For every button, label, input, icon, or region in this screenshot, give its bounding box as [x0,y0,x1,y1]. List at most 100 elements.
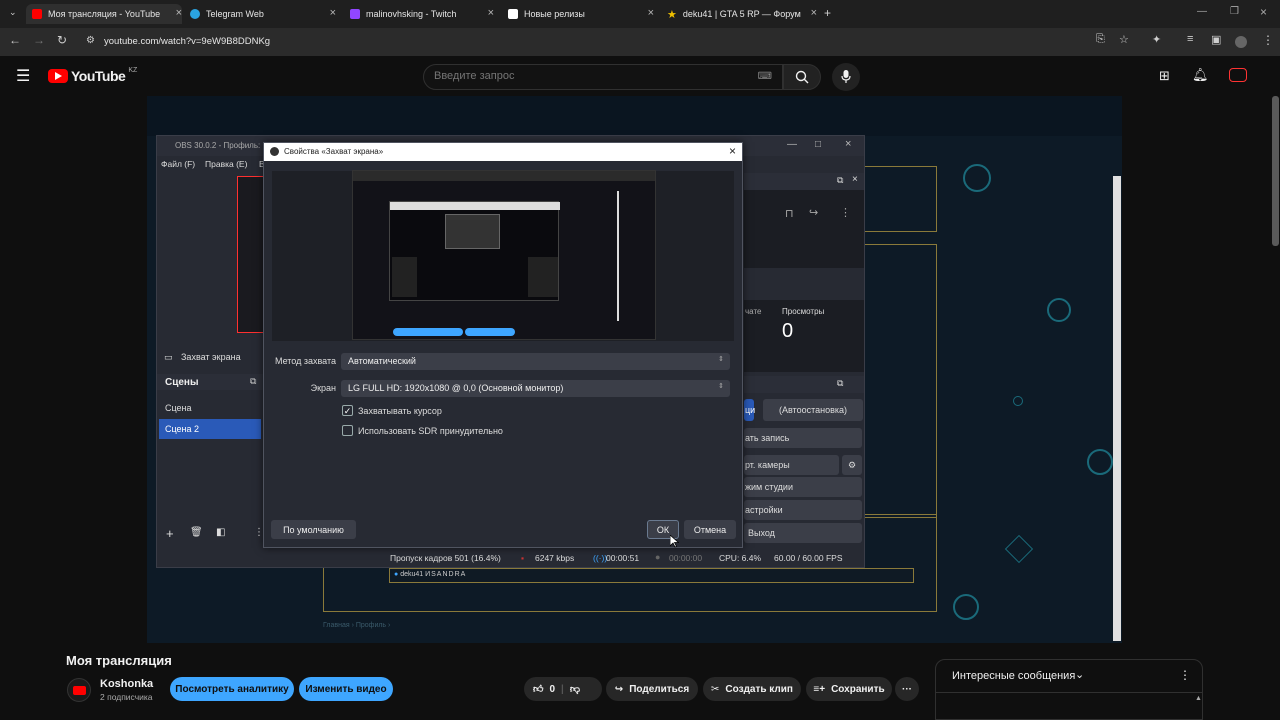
tab-twitch[interactable]: malinovhsking - Twitch × [350,4,494,24]
preview-nested-panel [392,257,417,297]
cancel-button[interactable]: Отмена [684,520,736,539]
back-icon[interactable]: ← [9,33,21,47]
clip-button[interactable]: ✂ Создать клип [703,677,801,701]
chat-mode-select[interactable]: Интересные сообщения [952,670,1075,682]
search-input[interactable] [434,70,734,82]
site-settings-icon[interactable]: ⚙ [86,35,95,46]
reload-icon[interactable]: ↻ [57,33,67,47]
capture-method-select[interactable]: Автоматический ⇕ [341,353,730,370]
close-tab-icon[interactable]: × [330,7,336,19]
close-tab-icon[interactable]: × [648,7,654,19]
scene-filter-icon[interactable]: ◧ [216,527,225,538]
scene-item[interactable]: Сцена [157,398,263,418]
controls-undock-icon[interactable]: ⧉ [837,378,843,389]
tab-forum[interactable]: ★ deku41 | GTA 5 RP — Форум × [667,4,817,24]
record-status-icon: ● [655,552,661,562]
minimize-icon[interactable]: — [1197,6,1207,17]
obs-menu-file[interactable]: Файл (F) [161,159,195,169]
dislike-icon[interactable]: 👎︎ [570,683,580,695]
hamburger-menu-icon[interactable]: ☰ [16,66,30,86]
capture-cursor-checkbox[interactable]: ✓ [342,405,353,416]
url-text[interactable]: youtube.com/watch?v=9eW9B8DDNKg [104,36,270,47]
record-button[interactable]: ать запись [744,428,862,448]
profile-avatar[interactable] [1235,36,1247,48]
virtual-camera-button[interactable]: рт. камеры [744,455,839,475]
close-tab-icon[interactable]: × [811,7,817,19]
obs-close-icon[interactable]: × [845,138,851,150]
studio-mode-button[interactable]: жим студии [744,477,862,497]
channel-avatar[interactable] [67,678,91,702]
subscriber-count: 2 подписчика [100,692,153,702]
close-tab-icon[interactable]: × [176,7,182,19]
new-tab-button[interactable]: + [824,6,831,20]
chat-dock-undock-icon[interactable]: ⧉ [837,175,843,186]
mouse-cursor-icon [670,535,679,548]
save-button[interactable]: ≡+ Сохранить [806,677,892,701]
browser-menu-icon[interactable]: ⋮ [1262,33,1274,47]
search-box[interactable]: ⌨ [423,64,783,90]
autostop-button[interactable]: (Автоостановка) [763,399,863,421]
force-sdr-checkbox[interactable] [342,425,353,436]
record-time: 00:00:00 [669,553,703,563]
exit-button[interactable]: Выход [744,523,862,543]
scenes-undock-icon[interactable]: ⧉ [250,376,256,387]
virtual-camera-settings-icon[interactable]: ⚙ [842,455,862,475]
channel-avatar-icon[interactable] [1229,68,1247,82]
obs-logo-icon [270,147,279,156]
channel-name[interactable]: Koshonka [100,678,153,690]
chat-message: ИSANDRA [425,571,467,578]
extensions-icon[interactable]: ✦ [1152,33,1161,46]
obs-minimize-icon[interactable]: — [787,139,797,150]
delete-scene-icon[interactable]: 🗑︎ [190,527,203,538]
chat-scroll-up-icon[interactable]: ▲ [1195,695,1202,702]
chat-share-icon[interactable]: ↪ [809,206,818,219]
obs-menu-edit[interactable]: Правка (E) [205,159,247,169]
close-window-icon[interactable]: × [1260,5,1267,19]
tab-list-chevron-icon[interactable]: ⌄ [9,7,17,18]
video-top-strip [147,96,1122,136]
sidebar-icon[interactable]: ▣ [1211,33,1221,46]
page-scrollbar[interactable] [1272,96,1279,246]
tab-youtube[interactable]: Моя трансляция - YouTube × [26,4,182,24]
create-video-icon[interactable]: ⊞ [1159,68,1170,84]
chat-dock-close-icon[interactable]: × [852,174,858,185]
forward-icon[interactable]: → [33,33,45,47]
edit-video-button[interactable]: Изменить видео [299,677,393,701]
tab-releases[interactable]: Новые релизы × [508,4,654,24]
chat-more-icon[interactable]: ⋮ [1179,668,1191,682]
analytics-button[interactable]: Посмотреть аналитику [170,677,294,701]
chat-bookmark-icon[interactable]: ⊓ [785,207,794,220]
add-scene-icon[interactable]: + [166,526,174,541]
media-controls-icon[interactable]: ≡ [1187,33,1193,45]
maximize-icon[interactable]: ❐ [1230,6,1239,17]
obs-status-bar: Пропуск кадров 501 (16.4%) ▪ 6247 kbps (… [157,549,864,567]
voice-search-button[interactable] [832,63,860,91]
tab-telegram[interactable]: Telegram Web × [190,4,336,24]
stream-button[interactable]: ци [744,399,755,421]
preview-pill [465,328,515,336]
defaults-button[interactable]: По умолчанию [271,520,356,539]
video-scrollbar[interactable] [1113,176,1121,641]
like-icon[interactable]: 👍︎ [533,683,543,695]
dialog-close-icon[interactable]: × [729,144,736,158]
screen-select[interactable]: LG FULL HD: 1920x1080 @ 0,0 (Основной мо… [341,380,730,397]
obs-preview[interactable] [237,176,264,333]
install-app-icon[interactable]: ⎘ [1096,33,1105,46]
tab-title: Моя трансляция - YouTube [48,9,161,19]
close-tab-icon[interactable]: × [488,7,494,19]
search-button[interactable] [783,64,821,90]
obs-maximize-icon[interactable]: □ [815,139,821,150]
youtube-logo-text: YouTube [71,68,126,84]
more-actions-button[interactable]: ··· [895,677,919,701]
keyboard-icon[interactable]: ⌨ [758,71,772,82]
settings-button[interactable]: астройки [744,500,862,520]
tab-title: Telegram Web [206,9,264,19]
chat-more-icon[interactable]: ⋮ [840,206,851,219]
chat-mode-chevron-icon[interactable]: ⌄ [1075,668,1084,681]
notifications-bell-icon[interactable]: 🔔︎ [1192,67,1209,83]
scene-item-selected[interactable]: Сцена 2 [159,419,261,439]
youtube-logo[interactable]: YouTube KZ [48,67,137,84]
bookmark-star-icon[interactable]: ☆ [1119,33,1129,46]
decor-circle [953,594,979,620]
share-button[interactable]: ↪ Поделиться [606,677,698,701]
